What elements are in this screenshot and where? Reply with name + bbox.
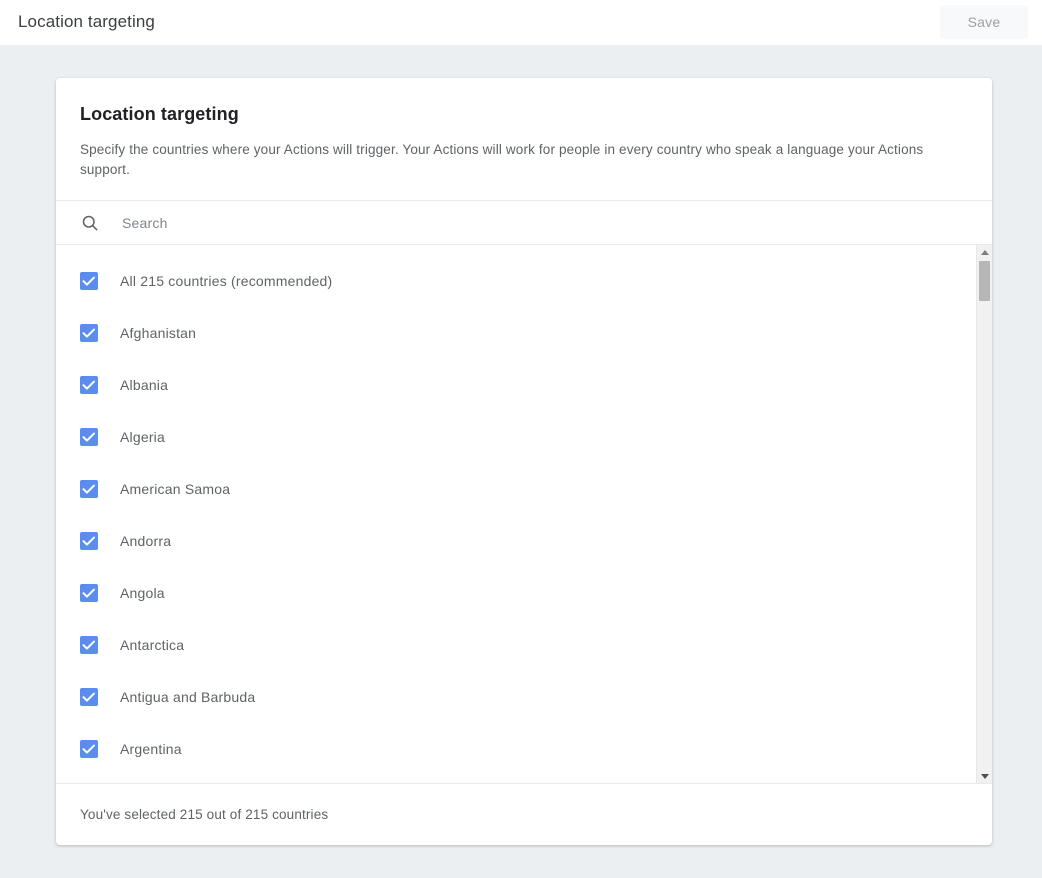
country-list-item[interactable]: Afghanistan (56, 307, 969, 359)
country-label: Algeria (120, 427, 165, 447)
page-title: Location targeting (18, 11, 155, 33)
country-label: Afghanistan (120, 323, 196, 343)
country-list-item[interactable]: Albania (56, 359, 969, 411)
country-checkbox[interactable] (80, 636, 98, 654)
country-label: Antarctica (120, 635, 184, 655)
country-list-item[interactable]: Argentina (56, 723, 969, 775)
location-targeting-card: Location targeting Specify the countries… (56, 78, 992, 845)
country-list-item[interactable]: Algeria (56, 411, 969, 463)
country-list-item[interactable]: American Samoa (56, 463, 969, 515)
country-checkbox[interactable] (80, 688, 98, 706)
country-list-item[interactable] (56, 775, 969, 783)
country-list-item[interactable]: All 215 countries (recommended) (56, 255, 969, 307)
scrollbar-up-arrow-icon[interactable] (977, 245, 992, 259)
country-label: Albania (120, 375, 168, 395)
country-checkbox[interactable] (80, 272, 98, 290)
list-scrollbar[interactable] (976, 245, 992, 783)
card-title: Location targeting (80, 102, 968, 126)
country-list-item[interactable]: Andorra (56, 515, 969, 567)
country-list-item[interactable]: Antigua and Barbuda (56, 671, 969, 723)
country-label: Argentina (120, 739, 182, 759)
card-header: Location targeting Specify the countries… (56, 78, 992, 200)
search-icon (80, 213, 100, 233)
country-list-item[interactable]: Antarctica (56, 619, 969, 671)
app-bar: Location targeting Save (0, 0, 1042, 45)
country-checkbox[interactable] (80, 584, 98, 602)
country-checkbox[interactable] (80, 428, 98, 446)
search-row[interactable] (56, 200, 992, 245)
country-checkbox[interactable] (80, 740, 98, 758)
card-footer: You've selected 215 out of 215 countries (56, 783, 992, 845)
country-label: Andorra (120, 531, 171, 551)
country-checkbox[interactable] (80, 480, 98, 498)
country-label: Angola (120, 583, 165, 603)
search-input[interactable] (122, 215, 968, 231)
scrollbar-down-arrow-icon[interactable] (977, 769, 992, 783)
page-body: Location targeting Specify the countries… (0, 45, 1042, 878)
country-label: Antigua and Barbuda (120, 687, 255, 707)
country-list[interactable]: All 215 countries (recommended) Afghanist… (56, 245, 969, 783)
country-checkbox[interactable] (80, 532, 98, 550)
selection-summary: You've selected 215 out of 215 countries (80, 807, 328, 822)
save-button[interactable]: Save (940, 5, 1028, 39)
country-list-container: All 215 countries (recommended) Afghanist… (56, 245, 992, 783)
country-list-item[interactable]: Angola (56, 567, 969, 619)
country-label: All 215 countries (recommended) (120, 271, 332, 291)
country-checkbox[interactable] (80, 376, 98, 394)
card-description: Specify the countries where your Actions… (80, 140, 960, 180)
country-checkbox[interactable] (80, 324, 98, 342)
country-label: American Samoa (120, 479, 230, 499)
scrollbar-thumb[interactable] (979, 261, 990, 301)
